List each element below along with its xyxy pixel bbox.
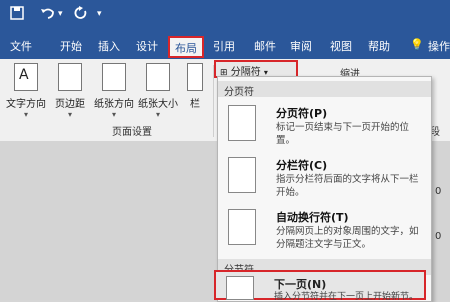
ruler-digit: 0: [435, 186, 442, 197]
tab-layout[interactable]: 布局: [168, 36, 204, 58]
columns-icon: [187, 63, 203, 91]
size-button[interactable]: 纸张大小 ▾: [138, 63, 178, 119]
orientation-icon: [102, 63, 126, 91]
tab-mailings[interactable]: 邮件: [254, 38, 276, 54]
tab-design[interactable]: 设计: [136, 38, 158, 54]
undo-dropdown-icon[interactable]: ▾: [58, 9, 63, 19]
margins-button[interactable]: 页边距 ▾: [50, 63, 90, 119]
column-break-icon: [228, 157, 256, 193]
columns-button[interactable]: 栏: [180, 63, 210, 110]
text-direction-icon: A: [14, 63, 38, 91]
tab-home[interactable]: 开始: [60, 38, 82, 54]
breaks-menu: 分页符 分页符(P) 标记一页结束与下一页开始的位置。 分栏符(C) 指示分栏符…: [217, 76, 432, 302]
menu-item-text-wrapping[interactable]: 自动换行符(T) 分隔网页上的对象周围的文字，如分隔题注文字与正文。: [218, 209, 431, 255]
redo-icon[interactable]: [74, 6, 88, 24]
tab-view[interactable]: 视图: [330, 38, 352, 54]
menu-item-column-break[interactable]: 分栏符(C) 指示分栏符后面的文字将从下一栏开始。: [218, 157, 431, 201]
title-bar: ▾ ▾: [0, 0, 450, 33]
page-break-icon: [228, 105, 256, 141]
tell-me-label[interactable]: 操作: [428, 38, 450, 54]
text-direction-button[interactable]: A 文字方向 ▾: [6, 63, 46, 119]
next-page-icon: [226, 276, 254, 300]
tab-help[interactable]: 帮助: [368, 38, 390, 54]
ribbon-tab-bar: 文件 开始 插入 设计 布局 引用 邮件 审阅 视图 帮助 💡 操作: [0, 33, 450, 59]
customize-qat-icon[interactable]: ▾: [97, 9, 102, 19]
menu-item-page-break[interactable]: 分页符(P) 标记一页结束与下一页开始的位置。: [218, 105, 431, 149]
lightbulb-icon[interactable]: 💡: [410, 38, 424, 51]
menu-item-next-page[interactable]: 下一页(N) 插入分节符并在下一页上开始新节。: [214, 270, 426, 302]
section-header-page-breaks: 分页符: [218, 81, 431, 98]
ruler-digit: 0: [435, 231, 442, 242]
text-wrapping-icon: [228, 209, 256, 245]
tab-file[interactable]: 文件: [10, 38, 32, 54]
save-icon[interactable]: [10, 6, 24, 24]
margins-icon: [58, 63, 82, 91]
tab-insert[interactable]: 插入: [98, 38, 120, 54]
page-setup-group-label: 页面设置: [112, 127, 152, 138]
tab-references[interactable]: 引用: [213, 38, 235, 54]
tab-review[interactable]: 审阅: [290, 38, 312, 54]
undo-icon[interactable]: [40, 6, 56, 24]
orientation-button[interactable]: 纸张方向 ▾: [94, 63, 134, 119]
paper-size-icon: [146, 63, 170, 91]
